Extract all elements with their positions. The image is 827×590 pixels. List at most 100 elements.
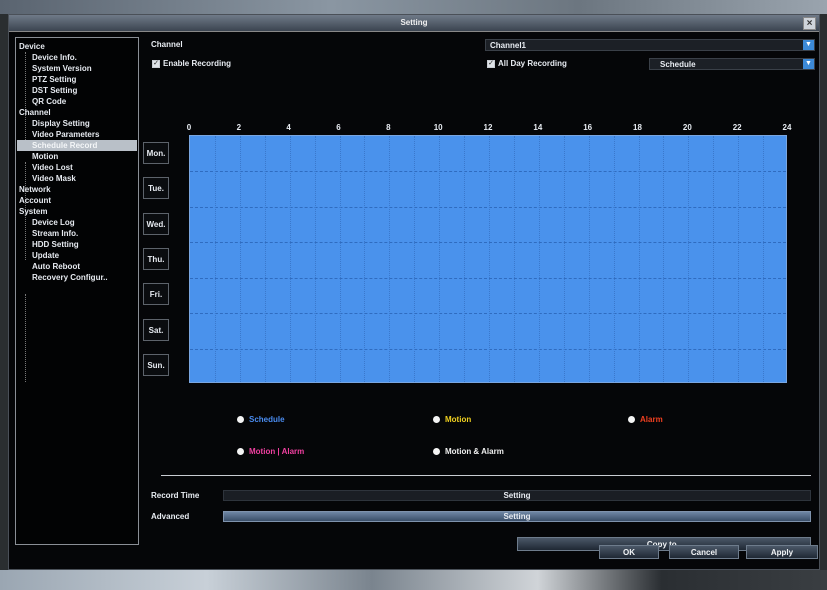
advanced-label: Advanced — [151, 512, 190, 521]
grid-hour-line — [513, 136, 515, 382]
day-label: Thu. — [143, 248, 169, 270]
sidebar-item-schedule-record[interactable]: Schedule Record — [17, 140, 137, 151]
schedule-grid[interactable] — [189, 135, 787, 383]
grid-hour-line — [613, 136, 615, 382]
record-time-label: Record Time — [151, 491, 200, 500]
grid-hour-line — [713, 136, 715, 382]
sidebar-item-motion[interactable]: Motion — [32, 151, 58, 162]
legend-schedule[interactable]: Schedule — [237, 415, 285, 424]
grid-hour-line — [638, 136, 640, 382]
grid-hour-line — [314, 136, 316, 382]
hour-label: 10 — [433, 123, 443, 132]
day-label: Sat. — [143, 318, 169, 341]
sidebar-item-ptz-setting[interactable]: PTZ Setting — [32, 74, 76, 85]
hour-label: 0 — [186, 123, 192, 132]
enable-recording-checkbox[interactable]: ✓ — [152, 60, 160, 68]
sidebar-item-system-version[interactable]: System Version — [32, 63, 92, 74]
sidebar-item-video-mask[interactable]: Video Mask — [32, 173, 76, 184]
sidebar-item-auto-reboot[interactable]: Auto Reboot — [32, 261, 80, 272]
window-title: Setting — [400, 18, 428, 27]
sidebar-item-system[interactable]: System — [19, 206, 47, 217]
settings-sidebar: Device Device Info. System Version PTZ S… — [15, 37, 139, 545]
close-icon[interactable]: × — [803, 17, 816, 30]
grid-row-line — [190, 277, 786, 279]
all-day-recording-checkbox[interactable]: ✓ — [487, 60, 495, 68]
sidebar-item-device[interactable]: Device — [19, 41, 45, 52]
grid-hour-line — [439, 136, 441, 382]
day-label: Wed. — [143, 212, 169, 235]
hour-label: 18 — [633, 123, 642, 132]
hour-label: 14 — [533, 123, 543, 132]
record-time-setting-button[interactable]: Setting — [223, 490, 811, 501]
day-label: Sun. — [143, 354, 169, 377]
sidebar-item-hdd-setting[interactable]: HDD Setting — [32, 239, 79, 250]
record-mode-select[interactable]: Schedule ▼ — [649, 58, 815, 70]
grid-hour-line — [339, 136, 341, 382]
grid-hour-line — [538, 136, 540, 382]
hour-label: 22 — [732, 123, 742, 132]
channel-select[interactable]: Channel1 ▼ — [485, 39, 815, 51]
sidebar-item-network[interactable]: Network — [19, 184, 51, 195]
grid-hour-line — [214, 136, 216, 382]
grid-row-line — [190, 242, 786, 244]
grid-hour-line — [389, 136, 391, 382]
day-label: Tue. — [143, 177, 169, 200]
legend-alarm[interactable]: Alarm — [628, 415, 663, 424]
grid-hour-line — [364, 136, 366, 382]
sidebar-item-channel[interactable]: Channel — [19, 107, 51, 118]
settings-window: Setting × Device Device Info. System Ver… — [8, 14, 820, 570]
sidebar-item-device-info[interactable]: Device Info. — [32, 52, 77, 63]
schedule-grid-area: 0 2 4 6 8 10 12 14 16 18 20 22 24 Mon. Tue. Wed. Thu. Fr… — [141, 123, 817, 403]
legend-motion-or-alarm[interactable]: Motion | Alarm — [237, 447, 304, 456]
cancel-button[interactable]: Cancel — [669, 545, 739, 559]
tree-connector — [25, 294, 26, 382]
sidebar-item-stream-info[interactable]: Stream Info. — [32, 228, 78, 239]
apply-button[interactable]: Apply — [746, 545, 818, 559]
hour-label: 20 — [682, 123, 692, 132]
sidebar-item-update[interactable]: Update — [32, 250, 59, 261]
legend-motion-label: Motion — [445, 415, 472, 424]
grid-row-line — [190, 206, 786, 208]
ok-button[interactable]: OK — [599, 545, 659, 559]
schedule-record-panel: Channel Channel1 ▼ ✓ Enable Recording ✓ … — [141, 37, 817, 557]
grid-hour-line — [464, 136, 466, 382]
hour-label: 8 — [386, 123, 391, 132]
chevron-down-icon: ▼ — [803, 59, 814, 69]
hour-label: 6 — [336, 123, 341, 132]
grid-hour-line — [588, 136, 590, 382]
enable-recording-label: Enable Recording — [163, 59, 232, 68]
legend-schedule-label: Schedule — [249, 415, 285, 424]
grid-hour-line — [663, 136, 665, 382]
legend-alarm-label: Alarm — [640, 415, 663, 424]
channel-select-value: Channel1 — [490, 41, 527, 50]
grid-hour-line — [688, 136, 690, 382]
grid-row-line — [190, 348, 786, 350]
legend-motion[interactable]: Motion — [433, 415, 471, 424]
grid-hour-line — [563, 136, 565, 382]
legend-motion-and-alarm-label: Motion & Alarm — [445, 447, 504, 456]
tree-connector — [25, 52, 26, 140]
hour-label: 16 — [583, 123, 593, 132]
sidebar-item-recovery-configure[interactable]: Recovery Configur.. — [32, 272, 108, 283]
grid-hour-line — [289, 136, 291, 382]
grid-row-line — [190, 171, 786, 173]
hour-label: 12 — [483, 123, 493, 132]
grid-hour-line — [414, 136, 416, 382]
advanced-setting-button[interactable]: Setting — [223, 511, 811, 522]
sidebar-item-video-lost[interactable]: Video Lost — [32, 162, 73, 173]
title-bar: Setting × — [9, 15, 819, 32]
sidebar-item-display-setting[interactable]: Display Setting — [32, 118, 90, 129]
legend-motion-and-alarm[interactable]: Motion & Alarm — [433, 447, 504, 456]
sidebar-item-video-parameters[interactable]: Video Parameters — [32, 129, 99, 140]
sidebar-item-qr-code[interactable]: QR Code — [32, 96, 66, 107]
sidebar-item-device-log[interactable]: Device Log — [32, 217, 75, 228]
sidebar-item-dst-setting[interactable]: DST Setting — [32, 85, 77, 96]
section-divider — [161, 475, 811, 476]
sidebar-item-account[interactable]: Account — [19, 195, 51, 206]
day-label: Fri. — [143, 283, 169, 306]
hour-label: 2 — [236, 123, 242, 132]
record-mode-value: Schedule — [660, 60, 696, 69]
hour-label: 24 — [782, 123, 792, 132]
all-day-recording-label: All Day Recording — [498, 59, 567, 68]
photo-background-bottom — [0, 570, 827, 590]
